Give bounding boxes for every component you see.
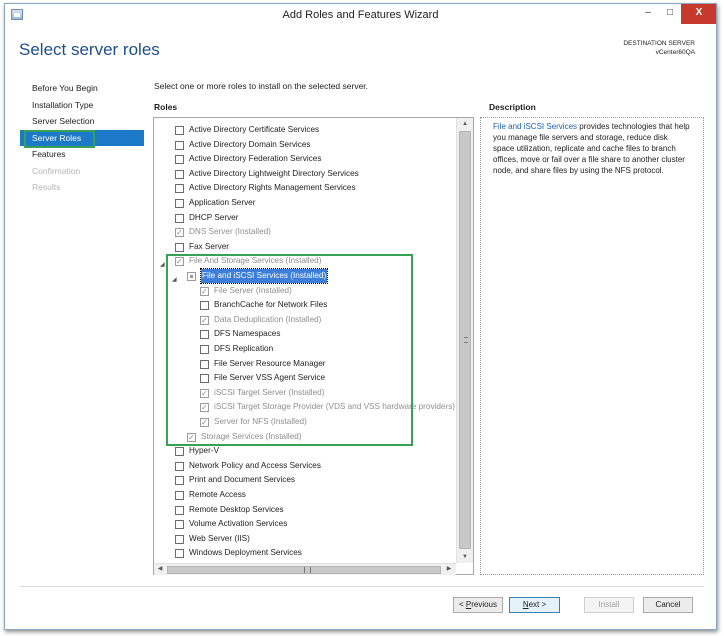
role-label: Remote Desktop Services	[189, 504, 284, 514]
scroll-left-icon[interactable]: ◀	[154, 564, 166, 575]
nav-item-installation-type[interactable]: Installation Type	[20, 97, 144, 114]
role-label: Active Directory Federation Services	[189, 154, 322, 164]
file-storage-highlight-box	[166, 254, 413, 446]
scroll-up-icon[interactable]: ▲	[457, 118, 473, 130]
role-label: Volume Activation Services	[189, 519, 288, 529]
window-title: Add Roles and Features Wizard	[282, 9, 439, 21]
role-label: DNS Server (Installed)	[189, 227, 271, 237]
role-checkbox[interactable]	[175, 476, 184, 486]
nav-item-confirmation: Confirmation	[32, 165, 81, 176]
destination-server-name: vCenter60QA	[655, 49, 695, 56]
previous-button[interactable]: < Previous	[453, 597, 503, 613]
roles-heading: Roles	[154, 102, 178, 112]
next-button[interactable]: Next >	[509, 597, 560, 613]
role-checkbox[interactable]	[175, 447, 184, 457]
horizontal-grip-icon	[304, 567, 311, 573]
footer-divider	[20, 586, 704, 587]
role-checkbox[interactable]	[175, 184, 184, 194]
role-label: Web Server (IIS)	[189, 533, 250, 543]
destination-server-label: DESTINATION SERVER	[623, 40, 695, 47]
next-label: ext >	[528, 600, 547, 609]
role-label: Hyper-V	[189, 446, 220, 456]
role-checkbox[interactable]	[175, 169, 184, 179]
role-checkbox[interactable]	[175, 520, 184, 530]
title-bar: Add Roles and Features Wizard – □ X	[5, 4, 716, 26]
scroll-down-icon[interactable]: ▼	[457, 551, 473, 563]
vertical-scroll-thumb[interactable]	[459, 131, 471, 549]
role-checkbox[interactable]	[175, 199, 184, 208]
role-label: Windows Deployment Services	[189, 548, 302, 558]
nav-item-features[interactable]: Features	[20, 146, 144, 163]
role-checkbox[interactable]	[175, 549, 184, 559]
role-checkbox[interactable]	[175, 226, 184, 240]
role-label: Active Directory Lightweight Directory S…	[189, 168, 359, 178]
role-checkbox[interactable]	[175, 126, 184, 135]
expand-arrow-icon[interactable]: ◢	[160, 258, 165, 272]
role-checkbox[interactable]	[175, 155, 184, 165]
minimize-icon[interactable]: –	[637, 4, 659, 24]
nav-item-before-you-begin[interactable]: Before You Begin	[20, 80, 144, 97]
nav-item-server-selection[interactable]: Server Selection	[20, 113, 144, 130]
page-title: Select server roles	[19, 40, 160, 59]
role-label: Fax Server	[189, 241, 230, 251]
description-link[interactable]: File and iSCSI Services	[493, 122, 577, 131]
role-label: Active Directory Rights Management Servi…	[189, 183, 356, 193]
close-icon[interactable]: X	[681, 4, 716, 24]
role-label: Network Policy and Access Services	[189, 460, 321, 470]
role-checkbox[interactable]	[175, 242, 184, 252]
roles-horizontal-scrollbar[interactable]: ◀ ▶	[154, 563, 456, 575]
description-panel	[480, 117, 704, 575]
role-checkbox[interactable]	[175, 505, 184, 515]
scroll-right-icon[interactable]: ▶	[443, 564, 455, 575]
cancel-button[interactable]: Cancel	[643, 597, 693, 613]
role-label: Active Directory Certificate Services	[189, 125, 320, 134]
role-checkbox[interactable]	[175, 213, 184, 223]
previous-prefix: <	[458, 600, 466, 609]
description-heading: Description	[489, 102, 536, 112]
role-label: DHCP Server	[189, 212, 239, 222]
role-checkbox[interactable]	[175, 461, 184, 471]
role-label: Print and Document Services	[189, 475, 296, 485]
role-checkbox[interactable]	[175, 534, 184, 544]
role-label: Active Directory Domain Services	[189, 139, 311, 149]
role-label: Application Server	[189, 198, 256, 207]
roles-vertical-scrollbar[interactable]: ▲ ▼	[456, 118, 473, 563]
maximize-icon[interactable]: □	[659, 4, 681, 24]
role-checkbox[interactable]	[175, 491, 184, 500]
nav-item-results: Results	[32, 182, 61, 192]
vertical-grip-icon	[464, 337, 468, 343]
role-label: Remote Access	[189, 490, 246, 499]
horizontal-scroll-thumb[interactable]	[167, 566, 441, 574]
install-button[interactable]: Install	[584, 597, 634, 613]
nav-highlight-box	[24, 130, 95, 148]
role-checkbox[interactable]	[175, 140, 184, 150]
intro-text: Select one or more roles to install on t…	[154, 81, 369, 91]
description-text: File and iSCSI Services provides technol…	[493, 121, 690, 176]
previous-label: revious	[471, 600, 498, 609]
